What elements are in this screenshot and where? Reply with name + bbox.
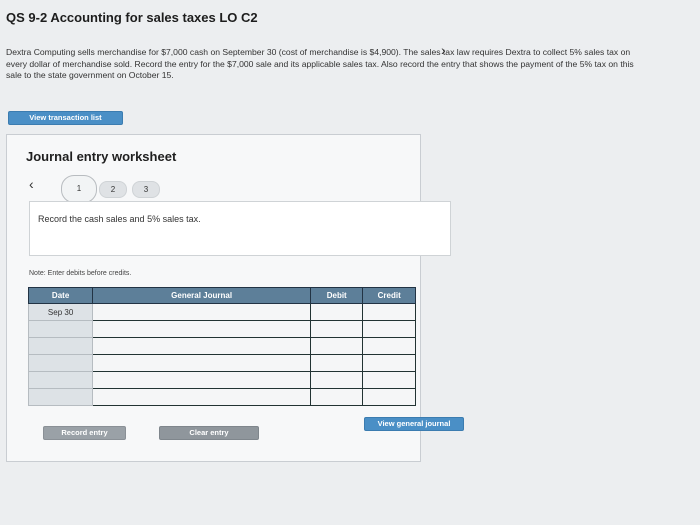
header-general-journal: General Journal xyxy=(92,287,311,304)
credit-input[interactable] xyxy=(362,337,416,355)
step-3-button[interactable]: 3 xyxy=(132,181,160,198)
general-journal-input[interactable] xyxy=(92,388,311,406)
debit-input[interactable] xyxy=(309,371,364,389)
date-cell xyxy=(27,354,94,372)
header-debit: Debit xyxy=(309,287,364,304)
date-cell xyxy=(27,371,94,389)
table-row: Sep 30 xyxy=(27,303,416,321)
header-date: Date xyxy=(27,287,94,304)
date-cell: Sep 30 xyxy=(27,303,94,321)
header-credit: Credit xyxy=(362,287,416,304)
general-journal-input[interactable] xyxy=(92,371,311,389)
view-transaction-list-button[interactable]: View transaction list xyxy=(8,111,123,125)
debit-input[interactable] xyxy=(309,354,364,372)
journal-table: Date General Journal Debit Credit Sep 30 xyxy=(27,287,416,406)
step-1-button[interactable]: 1 xyxy=(61,175,97,203)
table-row xyxy=(27,371,416,389)
worksheet-title: Journal entry worksheet xyxy=(26,149,177,164)
table-row xyxy=(27,388,416,406)
clear-entry-button[interactable]: Clear entry xyxy=(159,426,259,440)
chevron-left-icon[interactable]: ‹ xyxy=(29,176,34,192)
instruction-text: Record the cash sales and 5% sales tax. xyxy=(38,214,201,224)
note-text: Note: Enter debits before credits. xyxy=(29,270,132,277)
credit-input[interactable] xyxy=(362,354,416,372)
credit-input[interactable] xyxy=(362,388,416,406)
instruction-box: Record the cash sales and 5% sales tax. xyxy=(29,201,451,256)
problem-description: Dextra Computing sells merchandise for $… xyxy=(6,47,634,81)
credit-input[interactable] xyxy=(362,303,416,321)
credit-input[interactable] xyxy=(362,320,416,338)
date-cell xyxy=(27,320,94,338)
table-row xyxy=(27,354,416,372)
view-general-journal-button[interactable]: View general journal xyxy=(364,417,464,431)
general-journal-input[interactable] xyxy=(92,354,311,372)
debit-input[interactable] xyxy=(309,320,364,338)
chevron-right-icon[interactable]: › xyxy=(441,42,446,58)
general-journal-input[interactable] xyxy=(92,320,311,338)
step-2-button[interactable]: 2 xyxy=(99,181,127,198)
page-title: QS 9-2 Accounting for sales taxes LO C2 xyxy=(6,10,258,25)
debit-input[interactable] xyxy=(309,388,364,406)
date-cell xyxy=(27,388,94,406)
journal-entry-worksheet-panel: Journal entry worksheet ‹ 1 2 3 Record t… xyxy=(6,134,451,462)
general-journal-input[interactable] xyxy=(92,303,311,321)
credit-input[interactable] xyxy=(362,371,416,389)
record-entry-button[interactable]: Record entry xyxy=(43,426,126,440)
date-cell xyxy=(27,337,94,355)
table-row xyxy=(27,337,416,355)
table-row xyxy=(27,320,416,338)
debit-input[interactable] xyxy=(309,303,364,321)
debit-input[interactable] xyxy=(309,337,364,355)
general-journal-input[interactable] xyxy=(92,337,311,355)
